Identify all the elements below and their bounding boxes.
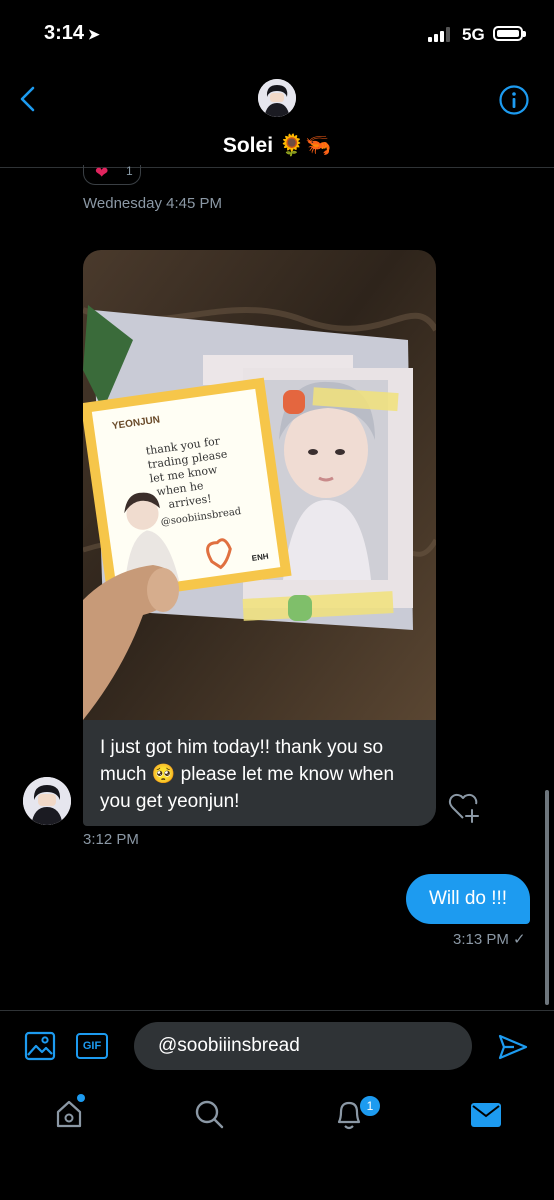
sent-timestamp: 3:13 PM ✓ — [453, 931, 526, 948]
home-icon[interactable] — [54, 1098, 84, 1130]
image-icon[interactable] — [24, 1031, 56, 1061]
home-new-dot — [77, 1094, 85, 1102]
received-message-bubble[interactable]: I just got him today!! thank you so much… — [83, 720, 436, 826]
received-message-text: I just got him today!! thank you so much… — [100, 737, 395, 812]
info-icon[interactable] — [498, 84, 530, 116]
message-input[interactable] — [134, 1022, 472, 1070]
search-icon[interactable] — [193, 1098, 225, 1130]
sender-avatar[interactable] — [23, 777, 71, 825]
messages-icon[interactable] — [470, 1102, 502, 1128]
scrollbar[interactable] — [545, 790, 549, 1005]
received-timestamp: 3:12 PM — [83, 831, 139, 848]
notification-badge: 1 — [358, 1094, 382, 1118]
contact-name: Solei 🌻🦐 — [222, 134, 332, 157]
contact-avatar[interactable] — [258, 79, 296, 117]
location-icon: ➤ — [88, 26, 100, 42]
reaction-emoji: ❤ — [95, 165, 109, 182]
network-label: 5G — [462, 25, 485, 44]
message-photo[interactable]: YEONJUN thank you for trading please let… — [83, 250, 436, 720]
signal-icon — [428, 26, 456, 42]
back-icon[interactable] — [18, 86, 38, 112]
send-icon[interactable] — [498, 1033, 528, 1061]
composer-divider — [0, 1010, 554, 1011]
status-time: 3:14 ➤ — [44, 22, 100, 44]
gif-button[interactable]: GIF — [76, 1033, 108, 1059]
sent-message-text: Will do !!! — [428, 888, 508, 909]
earlier-timestamp: Wednesday 4:45 PM — [83, 195, 222, 212]
reaction-count: 1 — [126, 164, 133, 178]
sent-message-bubble[interactable]: Will do !!! — [406, 874, 530, 924]
heart-plus-icon[interactable] — [448, 792, 482, 824]
battery-icon — [493, 26, 526, 41]
